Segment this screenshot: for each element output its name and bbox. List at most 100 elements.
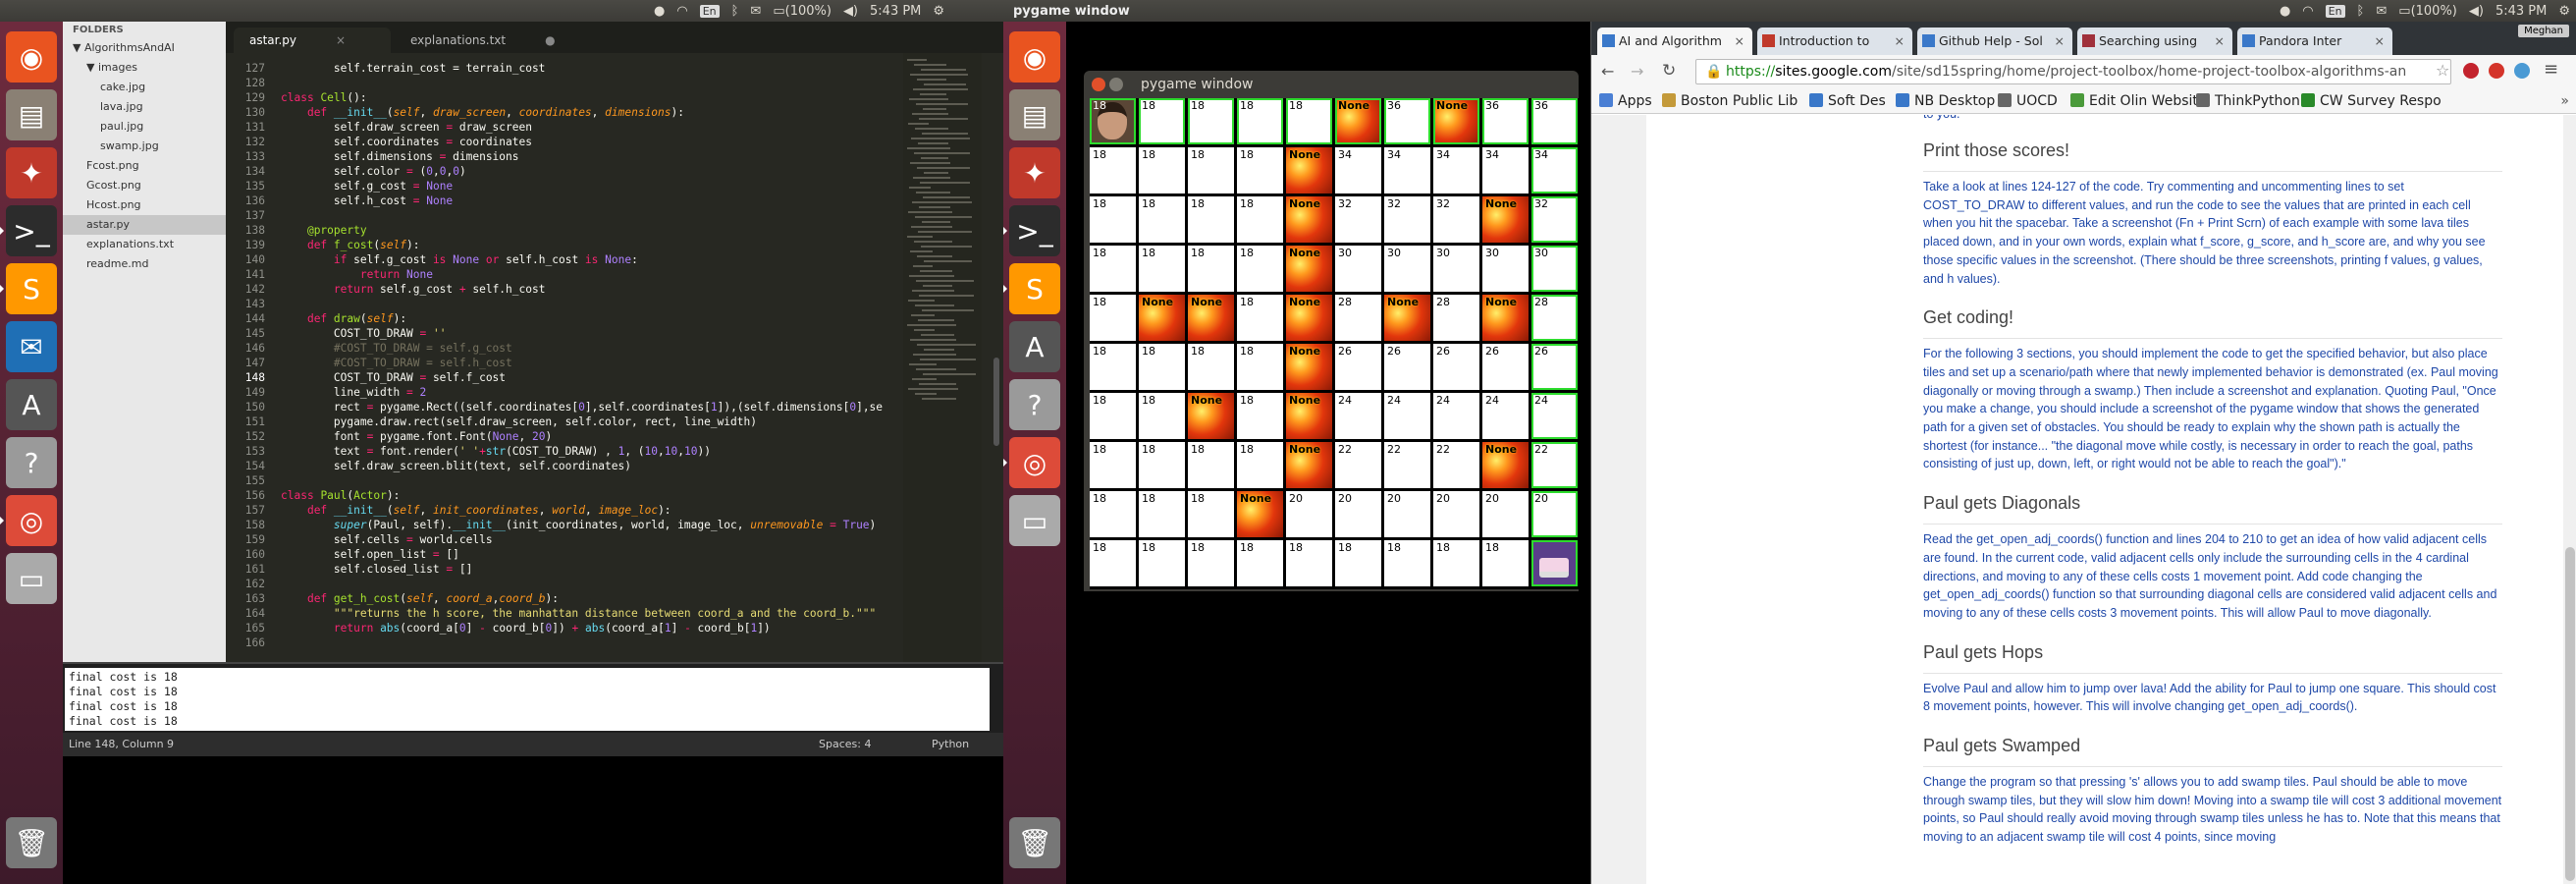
code-line[interactable]: [281, 208, 1003, 223]
grid-cell[interactable]: 18: [1188, 98, 1234, 144]
code-line[interactable]: #COST_TO_DRAW = self.h_cost: [281, 356, 1003, 370]
address-bar[interactable]: 🔒 https://sites.google.com/site/sd15spri…: [1695, 59, 2451, 84]
sidebar-item[interactable]: readme.md: [63, 254, 226, 274]
files-icon[interactable]: ▤: [6, 89, 57, 140]
grid-cell[interactable]: 32: [1335, 196, 1381, 243]
back-arrow-icon[interactable]: ←: [1601, 62, 1614, 81]
grid-cell[interactable]: 18: [1139, 344, 1185, 390]
grid-cell[interactable]: 20: [1433, 491, 1479, 537]
code-line[interactable]: self.cells = world.cells: [281, 532, 1003, 547]
grid-cell[interactable]: 18: [1237, 246, 1283, 292]
lava-cell[interactable]: None: [1335, 98, 1381, 144]
lava-cell[interactable]: None: [1139, 295, 1185, 341]
sidebar-item[interactable]: swamp.jpg: [63, 137, 226, 156]
mail-icon[interactable]: ✉: [2370, 0, 2392, 22]
code-line[interactable]: super(Paul, self).__init__(init_coordina…: [281, 518, 1003, 532]
bookmark-star-icon[interactable]: ☆: [2436, 61, 2449, 80]
grid-cell[interactable]: 18: [1188, 344, 1234, 390]
lava-cell[interactable]: None: [1286, 246, 1332, 292]
grid-cell[interactable]: 34: [1384, 147, 1430, 193]
indentation-setting[interactable]: Spaces: 4: [819, 733, 871, 756]
drive-icon[interactable]: ▭: [1009, 495, 1060, 546]
code-line[interactable]: self.g_cost = None: [281, 179, 1003, 193]
grid-cell[interactable]: 18: [1139, 196, 1185, 243]
code-line[interactable]: """returns the h score, the manhattan di…: [281, 606, 1003, 621]
grid-cell[interactable]: 24: [1433, 393, 1479, 439]
grid-cell[interactable]: 20: [1531, 491, 1578, 537]
code-line[interactable]: [281, 297, 1003, 311]
grid-cell[interactable]: 18: [1090, 393, 1136, 439]
clock[interactable]: 5:43 PM: [864, 0, 927, 22]
grid-cell[interactable]: 22: [1433, 442, 1479, 488]
grid-cell[interactable]: 18: [1139, 98, 1185, 144]
grid-cell[interactable]: 24: [1531, 393, 1578, 439]
grid-cell[interactable]: 28: [1433, 295, 1479, 341]
scroll-thumb[interactable]: [2565, 547, 2575, 881]
code-line[interactable]: if self.g_cost is None or self.h_cost is…: [281, 252, 1003, 267]
language-indicator[interactable]: En: [2320, 0, 2351, 22]
grid-cell[interactable]: 18: [1188, 147, 1234, 193]
sidebar-item[interactable]: Gcost.png: [63, 176, 226, 195]
grid-cell[interactable]: 20: [1335, 491, 1381, 537]
grid-cell[interactable]: 22: [1384, 442, 1430, 488]
grid-cell[interactable]: 18: [1286, 540, 1332, 586]
close-tab-icon[interactable]: ×: [1735, 28, 1744, 55]
lava-cell[interactable]: None: [1188, 295, 1234, 341]
terminal-icon[interactable]: >_: [1003, 205, 1060, 256]
code-line[interactable]: line_width = 2: [281, 385, 1003, 400]
grid-cell[interactable]: 18: [1482, 540, 1529, 586]
terminal-icon[interactable]: >_: [0, 205, 57, 256]
code-line[interactable]: [281, 577, 1003, 591]
thunderbird-icon[interactable]: ✉: [6, 321, 57, 372]
grid-cell[interactable]: 18: [1237, 344, 1283, 390]
grid-cell[interactable]: 30: [1531, 246, 1578, 292]
bookmark-item[interactable]: Soft Des: [1809, 91, 1886, 111]
trash-icon[interactable]: 🗑: [1009, 817, 1060, 868]
grid-cell[interactable]: 24: [1384, 393, 1430, 439]
grid-cell[interactable]: 32: [1531, 196, 1578, 243]
tab-astar-py[interactable]: astar.py ×: [234, 28, 391, 53]
more-bookmarks-button[interactable]: »: [2560, 91, 2569, 111]
bluetooth-icon[interactable]: ᛒ: [2351, 0, 2371, 22]
close-tab-icon[interactable]: ×: [2055, 28, 2065, 55]
grid-cell[interactable]: 18: [1090, 442, 1136, 488]
code-line[interactable]: self.color = (0,0,0): [281, 164, 1003, 179]
grid-cell[interactable]: 18: [1139, 393, 1185, 439]
grid-cell[interactable]: 24: [1335, 393, 1381, 439]
clock[interactable]: 5:43 PM: [2490, 0, 2552, 22]
grid-cell[interactable]: 18: [1335, 540, 1381, 586]
grid-cell[interactable]: 18: [1188, 540, 1234, 586]
code-line[interactable]: self.draw_screen.blit(text, self.coordin…: [281, 459, 1003, 473]
grid-cell[interactable]: 34: [1482, 147, 1529, 193]
grid-cell[interactable]: 18: [1237, 147, 1283, 193]
close-tab-icon[interactable]: ×: [2375, 28, 2385, 55]
browser-tab[interactable]: Github Help - Sol ×: [1917, 28, 2072, 55]
browser-tab[interactable]: Searching using ×: [2077, 28, 2232, 55]
sidebar-item[interactable]: paul.jpg: [63, 117, 226, 137]
help-icon[interactable]: ?: [6, 437, 57, 488]
unsaved-dot-icon[interactable]: ●: [545, 33, 555, 47]
minimize-window-icon[interactable]: [1109, 78, 1123, 91]
grid-cell[interactable]: 26: [1482, 344, 1529, 390]
code-line[interactable]: #COST_TO_DRAW = self.g_cost: [281, 341, 1003, 356]
code-line[interactable]: return None: [281, 267, 1003, 282]
sidebar-item[interactable]: explanations.txt: [63, 235, 226, 254]
sublime-text-icon[interactable]: S: [0, 263, 57, 314]
gear-icon[interactable]: ⚙: [2552, 0, 2576, 22]
code-line[interactable]: COST_TO_DRAW = '': [281, 326, 1003, 341]
grid-cell[interactable]: 18: [1090, 540, 1136, 586]
lava-cell[interactable]: None: [1188, 393, 1234, 439]
grid-cell[interactable]: 30: [1335, 246, 1381, 292]
code-line[interactable]: self.h_cost = None: [281, 193, 1003, 208]
grid-cell[interactable]: 18: [1237, 98, 1283, 144]
close-tab-icon[interactable]: ×: [1895, 28, 1905, 55]
code-line[interactable]: class Cell():: [281, 90, 1003, 105]
trash-icon[interactable]: 🗑: [6, 817, 57, 868]
code-line[interactable]: rect = pygame.Rect((self.coordinates[0],…: [281, 400, 1003, 414]
grid-cell[interactable]: 26: [1433, 344, 1479, 390]
grid-cell[interactable]: 18: [1188, 442, 1234, 488]
browser-tab[interactable]: Pandora Inter ×: [2237, 28, 2392, 55]
code-line[interactable]: def __init__(self, draw_screen, coordina…: [281, 105, 1003, 120]
code-line[interactable]: self.terrain_cost = terrain_cost: [281, 61, 1003, 76]
ubuntu-dash-icon[interactable]: ◉: [1009, 31, 1060, 83]
